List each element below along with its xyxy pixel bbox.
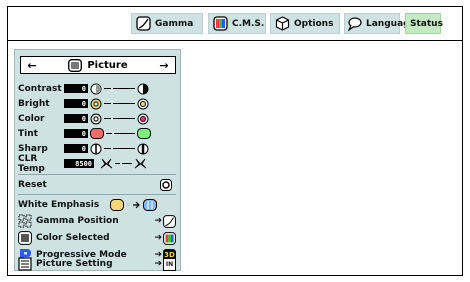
clr-temp-cool-icon (134, 158, 147, 168)
color-label: Color (18, 113, 45, 124)
contrast-label: Contrast (18, 83, 62, 94)
tab-cms[interactable]: C.M.S. (208, 13, 266, 34)
white-emphasis-off-icon (110, 198, 124, 211)
color-value: 0 (64, 114, 88, 123)
reset-label: Reset (18, 179, 47, 190)
tab-cms-label: C.M.S. (232, 18, 265, 29)
arrow-right-icon (133, 201, 141, 208)
gamma-position-item[interactable]: Gamma Position ➔ (18, 213, 176, 229)
menu-next-arrow[interactable]: → (153, 59, 175, 72)
contrast-value: 0 (64, 84, 88, 93)
picture-setting-label: Picture Setting (36, 259, 113, 269)
sharp-high-icon (137, 143, 149, 154)
gamma-curve-icon (136, 16, 151, 31)
gamma-position-label: Gamma Position (36, 216, 119, 226)
tab-options-label: Options (294, 18, 334, 29)
tab-status-label: Status (410, 18, 443, 29)
gamma-position-arrow: ➔ (154, 216, 162, 226)
picture-icon (68, 58, 83, 72)
color-selected-item[interactable]: Color Selected ➔ (18, 230, 176, 246)
reset-row[interactable]: Reset (18, 177, 176, 192)
sharp-low-icon (90, 143, 102, 154)
contrast-low-icon (90, 83, 102, 94)
reset-icon (160, 178, 172, 191)
sharp-value: 0 (64, 144, 88, 153)
tint-row[interactable]: Tint 0 (18, 126, 176, 141)
clr-temp-warm-icon (100, 158, 113, 168)
speech-bubble-icon (347, 17, 362, 31)
menu-separator (18, 174, 176, 175)
gamma-position-icon (18, 214, 32, 228)
options-cube-icon (275, 16, 290, 31)
brightness-high-icon (137, 98, 149, 109)
picture-setting-arrow: ➔ (154, 259, 162, 269)
picture-setting-icon (18, 257, 32, 271)
tint-green-icon (137, 128, 151, 139)
bright-value: 0 (64, 99, 88, 108)
tint-value: 0 (64, 129, 88, 138)
cms-color-icon (163, 231, 176, 245)
color-selected-icon (18, 231, 32, 245)
tab-divider (7, 40, 463, 41)
menu-title-bar: ← Picture → (20, 56, 176, 74)
tab-language[interactable]: Language (344, 13, 416, 34)
tab-gamma[interactable]: Gamma (131, 13, 203, 34)
contrast-gauge-line (104, 88, 111, 89)
tint-red-icon (90, 128, 104, 139)
input-setting-badge-icon: IN (163, 257, 176, 271)
color-selected-arrow: ➔ (154, 233, 162, 243)
color-low-icon (90, 113, 102, 124)
brightness-low-icon (90, 98, 102, 109)
tab-options[interactable]: Options (270, 13, 340, 34)
contrast-high-icon (137, 83, 149, 94)
color-row[interactable]: Color 0 (18, 111, 176, 126)
color-selected-label: Color Selected (36, 233, 110, 243)
white-emphasis-label: White Emphasis (18, 199, 100, 210)
menu-tab-bar: Gamma C.M.S. Options Language Status (0, 13, 470, 35)
tab-gamma-label: Gamma (155, 18, 194, 29)
bright-label: Bright (18, 98, 50, 109)
white-emphasis-row[interactable]: White Emphasis ◦ (18, 197, 176, 212)
tab-status[interactable]: Status (405, 13, 443, 34)
sharp-label: Sharp (18, 143, 48, 154)
bright-row[interactable]: Bright 0 (18, 96, 176, 111)
menu-separator (18, 194, 176, 195)
clr-temp-row[interactable]: CLR Temp 8500 (18, 153, 176, 174)
white-emphasis-on-icon (143, 198, 158, 211)
tint-label: Tint (18, 128, 38, 139)
cms-color-icon (213, 16, 228, 31)
picture-setting-item[interactable]: Picture Setting ➔ IN (18, 256, 176, 272)
clr-temp-label: CLR Temp (18, 153, 45, 174)
contrast-row[interactable]: Contrast 0 (18, 81, 176, 96)
gamma-curve-icon (163, 214, 176, 228)
menu-prev-arrow[interactable]: ← (21, 59, 43, 72)
menu-title: Picture (87, 59, 128, 71)
clr-temp-value: 8500 (64, 159, 94, 168)
color-high-icon (137, 113, 149, 124)
picture-menu-panel: ← Picture → Contrast 0 Bright 0 Color 0 … (14, 49, 181, 271)
